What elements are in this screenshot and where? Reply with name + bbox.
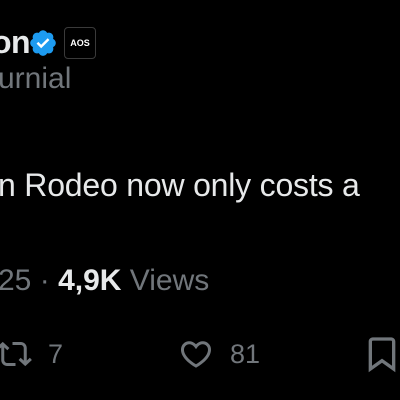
tweet-meta: 25 · 4,9K Views: [0, 264, 209, 298]
tweet-date[interactable]: 25: [0, 264, 31, 297]
verified-badge-icon: [28, 28, 58, 58]
author-name[interactable]: on: [0, 24, 31, 61]
bookmark-button[interactable]: [362, 330, 400, 383]
heart-icon: [176, 336, 216, 372]
author-handle[interactable]: urnial: [0, 62, 71, 96]
affiliate-badge-text: AOS: [70, 38, 90, 48]
like-count: 81: [230, 338, 261, 369]
like-button[interactable]: 81: [176, 336, 260, 372]
tweet-text: n Rodeo now only costs a: [0, 167, 360, 203]
retweet-button[interactable]: 7: [0, 336, 63, 372]
views-label: Views: [129, 264, 210, 297]
bookmark-icon: [362, 337, 400, 382]
affiliate-badge[interactable]: AOS: [64, 27, 96, 59]
views-count: 4,9K: [58, 264, 122, 297]
retweet-icon: [0, 336, 34, 372]
retweet-count: 7: [48, 338, 64, 369]
meta-separator: ·: [39, 264, 50, 297]
